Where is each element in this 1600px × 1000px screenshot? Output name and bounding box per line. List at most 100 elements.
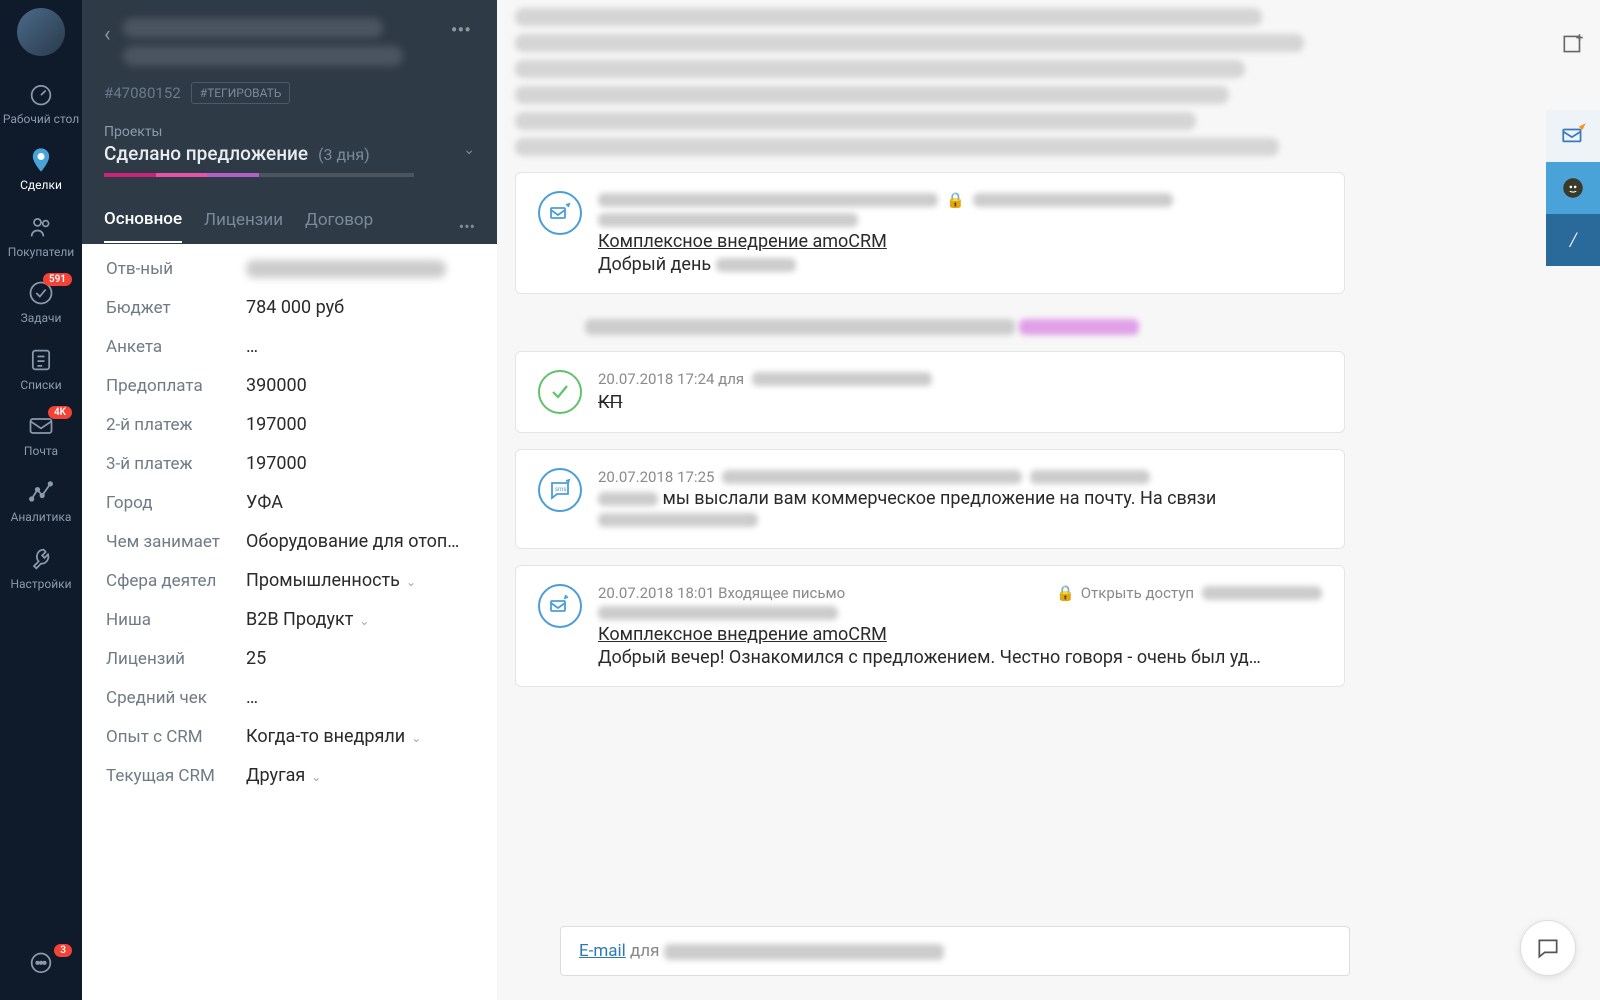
deal-tabs: Основное Лицензии Договор ••• (82, 191, 497, 244)
badge: 591 (43, 273, 72, 286)
nav-deals[interactable]: Сделки (0, 134, 82, 200)
gauge-icon (27, 80, 55, 108)
nav-label: Настройки (10, 577, 71, 591)
more-button[interactable]: ••• (447, 18, 475, 42)
compose-mode[interactable]: E-mail (579, 941, 626, 961)
field-prepay[interactable]: Предоплата390000 (82, 366, 497, 405)
buyers-icon (27, 213, 55, 241)
new-note-button[interactable] (1546, 18, 1600, 70)
feed-line (515, 60, 1245, 78)
widget-slash[interactable]: / (1546, 214, 1600, 266)
right-rail: / (1546, 0, 1600, 1000)
tag-button[interactable]: #ТЕГИРОВАТЬ (191, 82, 291, 104)
nav-settings[interactable]: Настройки (0, 533, 82, 599)
back-button[interactable]: ‹ (104, 22, 111, 47)
chat-icon (27, 950, 55, 978)
card-meta: 20.07.2018 17:24 для (598, 370, 1322, 388)
nav-label: Почта (24, 444, 58, 458)
deal-name-line1 (123, 18, 383, 38)
feed-line (515, 112, 1196, 130)
svg-text:sms: sms (555, 486, 566, 493)
feed-line (515, 138, 1279, 156)
email-subject: Комплексное внедрение amoCRM (598, 624, 1322, 645)
feed-card-email-in[interactable]: 20.07.2018 18:01 Входящее письмо 🔒Открыт… (515, 565, 1345, 687)
deal-header: ‹ ••• #47080152 #ТЕГИРОВАТЬ Проекты Сдел… (82, 0, 497, 191)
deal-panel: ‹ ••• #47080152 #ТЕГИРОВАТЬ Проекты Сдел… (82, 0, 497, 1000)
feed-card-sms[interactable]: sms 20.07.2018 17:25 мы выслали вам комм… (515, 449, 1345, 549)
feed-line (515, 310, 1345, 335)
pipeline-label: Проекты (104, 124, 475, 140)
chat-fab[interactable] (1520, 920, 1576, 976)
check-icon (538, 370, 582, 414)
nav-label: Покупатели (8, 245, 74, 259)
field-licenses[interactable]: Лицензий25 (82, 639, 497, 678)
widget-send[interactable] (1546, 110, 1600, 162)
sms-text: мы выслали вам коммерческое предложение … (598, 488, 1322, 530)
activity-feed: 🔒 Комплексное внедрение amoCRM Добрый де… (497, 0, 1600, 1000)
field-budget[interactable]: Бюджет784 000 руб (82, 288, 497, 327)
deal-id: #47080152 (104, 84, 181, 102)
email-snippet: Добрый день (598, 254, 1322, 275)
open-access-button[interactable]: Открыть доступ (1081, 584, 1194, 602)
card-meta: 20.07.2018 17:25 (598, 468, 1322, 486)
nav-desktop[interactable]: Рабочий стол (0, 68, 82, 134)
nav-analytics[interactable]: Аналитика (0, 466, 82, 532)
deal-fields: Отв-ный Бюджет784 000 руб Анкета… Предоп… (82, 244, 497, 1000)
field-pay2[interactable]: 2-й платеж197000 (82, 405, 497, 444)
feed-line (515, 34, 1304, 52)
field-anketa[interactable]: Анкета… (82, 327, 497, 366)
chevron-down-icon: ⌄ (406, 575, 416, 589)
pipeline-stage[interactable]: Проекты Сделано предложение (3 дня) ⌄ (104, 124, 475, 177)
stage-name: Сделано предложение (104, 142, 308, 165)
nav-lists[interactable]: Списки (0, 334, 82, 400)
tabs-more-button[interactable]: ••• (459, 217, 475, 236)
nav-label: Списки (20, 378, 61, 392)
deal-title (123, 18, 447, 74)
chevron-down-icon[interactable]: ⌄ (463, 142, 475, 158)
field-crmexp[interactable]: Опыт с CRMКогда-то внедряли⌄ (82, 717, 497, 756)
badge: 3 (54, 944, 72, 957)
tab-licenses[interactable]: Лицензии (204, 210, 283, 242)
deal-name-line2 (123, 46, 403, 66)
mail-in-icon (538, 584, 582, 628)
field-city[interactable]: ГородУФА (82, 483, 497, 522)
nav-chat[interactable]: 3 (0, 938, 82, 1000)
nav-buyers[interactable]: Покупатели (0, 201, 82, 267)
stage-days: (3 дня) (318, 145, 370, 164)
lock-icon: 🔒 (1056, 584, 1075, 602)
widget-mailchimp[interactable] (1546, 162, 1600, 214)
avatar[interactable] (17, 8, 65, 56)
chevron-down-icon: ⌄ (359, 614, 369, 628)
nav-mail[interactable]: 4K Почта (0, 400, 82, 466)
lock-icon: 🔒 (946, 191, 965, 209)
feed-card-task[interactable]: 20.07.2018 17:24 для КП (515, 351, 1345, 433)
field-curcrm[interactable]: Текущая CRMДругая⌄ (82, 756, 497, 795)
settings-icon (27, 545, 55, 573)
feed-card-email-out[interactable]: 🔒 Комплексное внедрение amoCRM Добрый де… (515, 172, 1345, 294)
card-meta: 20.07.2018 18:01 Входящее письмо 🔒Открыт… (598, 584, 1322, 602)
email-subject: Комплексное внедрение amoCRM (598, 231, 1322, 252)
compose-bar[interactable]: E-mail для (560, 926, 1350, 976)
chevron-down-icon: ⌄ (311, 770, 321, 784)
field-niche[interactable]: НишаB2B Продукт⌄ (82, 600, 497, 639)
stage-progress (104, 173, 414, 177)
nav-label: Рабочий стол (3, 112, 79, 126)
field-sphere[interactable]: Сфера деятелПромышленность⌄ (82, 561, 497, 600)
deals-icon (27, 146, 55, 174)
chevron-down-icon: ⌄ (411, 731, 421, 745)
task-title: КП (598, 392, 1322, 413)
mail-out-icon (538, 191, 582, 235)
field-avgcheck[interactable]: Средний чек… (82, 678, 497, 717)
nav-label: Сделки (20, 178, 62, 192)
feed-line (515, 8, 1262, 26)
feed-line (515, 86, 1229, 104)
field-responsible[interactable]: Отв-ный (82, 250, 497, 288)
tab-main[interactable]: Основное (104, 209, 182, 243)
sidebar-nav: Рабочий стол Сделки Покупатели 591 Задач… (0, 0, 82, 1000)
badge: 4K (48, 406, 72, 419)
nav-tasks[interactable]: 591 Задачи (0, 267, 82, 333)
field-activity[interactable]: Чем занимаетОборудование для отоп… (82, 522, 497, 561)
field-pay3[interactable]: 3-й платеж197000 (82, 444, 497, 483)
tab-contract[interactable]: Договор (305, 210, 373, 242)
card-meta: 🔒 (598, 191, 1322, 209)
